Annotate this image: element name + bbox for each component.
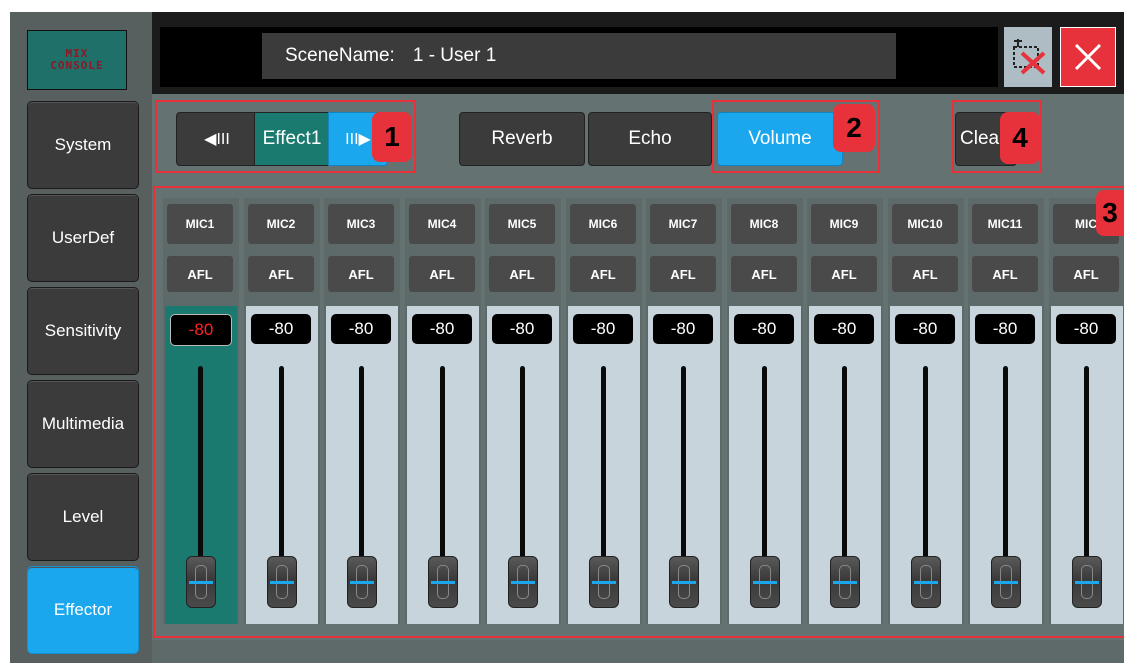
annotation-badge-2: 2 bbox=[833, 104, 875, 152]
display-off-button[interactable] bbox=[1004, 27, 1052, 87]
sidebar-item-effector[interactable]: Effector bbox=[27, 566, 139, 654]
sidebar-item-level[interactable]: Level bbox=[27, 473, 139, 561]
scene-name-value: 1 - User 1 bbox=[412, 45, 497, 66]
annotation-badge-3: 3 bbox=[1096, 190, 1124, 236]
mix-console-logo: MIX CONSOLE bbox=[27, 30, 127, 90]
annotation-badge-4: 4 bbox=[1000, 112, 1040, 164]
annotation-box-3 bbox=[153, 186, 1124, 638]
sidebar-item-system[interactable]: System bbox=[27, 101, 139, 189]
close-icon bbox=[1074, 43, 1102, 71]
scene-name-display: SceneName: 1 - User 1 bbox=[262, 33, 896, 79]
sidebar-item-multimedia[interactable]: Multimedia bbox=[27, 380, 139, 468]
sidebar-item-userdef[interactable]: UserDef bbox=[27, 194, 139, 282]
bottom-bar bbox=[152, 640, 1124, 663]
annotation-badge-1: 1 bbox=[372, 112, 412, 162]
scene-name-label: SceneName: bbox=[285, 45, 395, 66]
echo-button[interactable]: Echo bbox=[588, 112, 712, 166]
sidebar-item-sensitivity[interactable]: Sensitivity bbox=[27, 287, 139, 375]
display-off-icon bbox=[1013, 39, 1046, 75]
close-button[interactable] bbox=[1060, 27, 1116, 87]
reverb-button[interactable]: Reverb bbox=[459, 112, 585, 166]
